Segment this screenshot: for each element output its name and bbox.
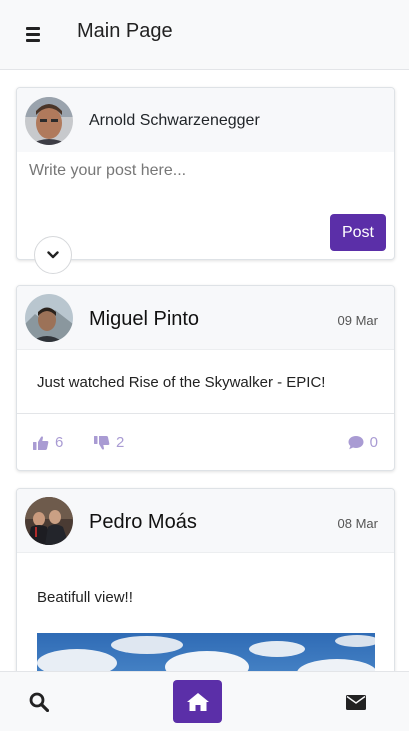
post-header: Pedro Moás 08 Mar — [17, 489, 394, 553]
hamburger-icon-line — [26, 32, 40, 36]
post-author-name[interactable]: Miguel Pinto — [89, 308, 199, 331]
top-navbar: Main Page — [0, 0, 409, 70]
post-body-text: Beatifull view!! — [37, 589, 133, 606]
search-button[interactable] — [24, 689, 54, 715]
avatar[interactable] — [25, 294, 73, 342]
hamburger-icon-line — [26, 27, 40, 30]
expand-composer-button[interactable] — [34, 236, 72, 274]
hamburger-icon-line — [26, 38, 40, 42]
comment-button[interactable]: 0 — [348, 434, 378, 451]
post-body-text: Just watched Rise of the Skywalker - EPI… — [37, 374, 326, 391]
composer-author-name: Arnold Schwarzenegger — [89, 112, 260, 129]
thumbs-up-icon — [33, 435, 49, 450]
like-button[interactable]: 6 — [33, 434, 63, 451]
search-icon — [29, 692, 49, 712]
thumbs-down-icon — [94, 435, 110, 450]
post-date: 09 Mar — [337, 313, 378, 328]
divider — [17, 413, 394, 414]
post-header: Miguel Pinto 09 Mar — [17, 286, 394, 350]
post-text-input[interactable] — [17, 152, 394, 212]
post-button[interactable]: Post — [330, 214, 386, 251]
like-count: 6 — [55, 434, 64, 451]
home-icon — [186, 692, 209, 711]
chevron-down-icon — [47, 251, 59, 259]
composer-header: Arnold Schwarzenegger — [17, 88, 394, 152]
bottom-navbar — [0, 671, 409, 731]
avatar — [25, 97, 73, 145]
post-date: 08 Mar — [337, 516, 378, 531]
page-title: Main Page — [77, 20, 173, 42]
new-post-card: Arnold Schwarzenegger Post — [16, 87, 395, 274]
hamburger-menu-button[interactable] — [26, 27, 46, 43]
comment-icon — [348, 436, 364, 450]
messages-button[interactable] — [342, 690, 370, 714]
avatar[interactable] — [25, 497, 73, 545]
comment-count: 0 — [369, 434, 378, 451]
post-card: Miguel Pinto 09 Mar Just watched Rise of… — [16, 285, 395, 471]
post-author-name[interactable]: Pedro Moás — [89, 511, 197, 534]
dislike-button[interactable]: 2 — [94, 434, 124, 451]
envelope-icon — [346, 694, 366, 710]
dislike-count: 2 — [116, 434, 125, 451]
home-button[interactable] — [173, 680, 222, 723]
